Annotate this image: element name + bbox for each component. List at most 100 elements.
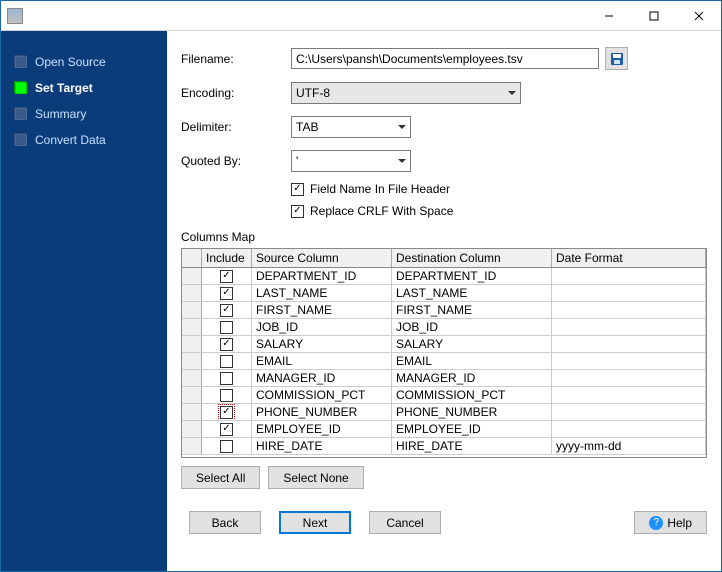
help-icon: ? — [649, 516, 663, 530]
grid-header-row: Include Source Column Destination Column… — [182, 249, 706, 268]
destination-column-cell[interactable]: MANAGER_ID — [392, 370, 552, 386]
source-column-cell[interactable]: FIRST_NAME — [252, 302, 392, 318]
next-button[interactable]: Next — [279, 511, 351, 534]
close-button[interactable] — [676, 1, 721, 30]
source-column-cell[interactable]: PHONE_NUMBER — [252, 404, 392, 420]
include-checkbox[interactable] — [220, 287, 233, 300]
destination-column-cell[interactable]: JOB_ID — [392, 319, 552, 335]
table-row[interactable]: COMMISSION_PCTCOMMISSION_PCT — [182, 387, 706, 404]
nav-set-target[interactable]: Set Target — [1, 75, 167, 101]
table-row[interactable]: PHONE_NUMBERPHONE_NUMBER — [182, 404, 706, 421]
grid-header-source[interactable]: Source Column — [252, 249, 392, 267]
destination-column-cell[interactable]: HIRE_DATE — [392, 438, 552, 454]
date-format-cell[interactable] — [552, 268, 706, 284]
help-button[interactable]: ? Help — [634, 511, 707, 534]
row-handle[interactable] — [182, 268, 202, 284]
source-column-cell[interactable]: JOB_ID — [252, 319, 392, 335]
maximize-button[interactable] — [631, 1, 676, 30]
include-checkbox[interactable] — [220, 321, 233, 334]
include-checkbox[interactable] — [220, 270, 233, 283]
select-all-button[interactable]: Select All — [181, 466, 260, 489]
source-column-cell[interactable]: LAST_NAME — [252, 285, 392, 301]
include-checkbox[interactable] — [220, 389, 233, 402]
destination-column-cell[interactable]: FIRST_NAME — [392, 302, 552, 318]
back-button[interactable]: Back — [189, 511, 261, 534]
row-handle[interactable] — [182, 302, 202, 318]
include-checkbox[interactable] — [220, 355, 233, 368]
nav-label: Summary — [35, 107, 86, 121]
date-format-cell[interactable] — [552, 302, 706, 318]
destination-column-cell[interactable]: PHONE_NUMBER — [392, 404, 552, 420]
select-none-button[interactable]: Select None — [268, 466, 363, 489]
row-handle[interactable] — [182, 370, 202, 386]
date-format-cell[interactable] — [552, 421, 706, 437]
grid-body[interactable]: DEPARTMENT_IDDEPARTMENT_IDLAST_NAMELAST_… — [182, 268, 706, 457]
date-format-cell[interactable] — [552, 387, 706, 403]
nav-convert-data[interactable]: Convert Data — [1, 127, 167, 153]
destination-column-cell[interactable]: LAST_NAME — [392, 285, 552, 301]
nav-step-icon — [15, 134, 27, 146]
table-row[interactable]: FIRST_NAMEFIRST_NAME — [182, 302, 706, 319]
date-format-cell[interactable] — [552, 404, 706, 420]
field-name-header-checkbox[interactable] — [291, 183, 304, 196]
encoding-select[interactable]: UTF-8 — [291, 82, 521, 104]
grid-header-date-format[interactable]: Date Format — [552, 249, 706, 267]
table-row[interactable]: SALARYSALARY — [182, 336, 706, 353]
source-column-cell[interactable]: EMPLOYEE_ID — [252, 421, 392, 437]
source-column-cell[interactable]: COMMISSION_PCT — [252, 387, 392, 403]
table-row[interactable]: LAST_NAMELAST_NAME — [182, 285, 706, 302]
nav-summary[interactable]: Summary — [1, 101, 167, 127]
save-file-button[interactable] — [605, 47, 628, 70]
row-handle[interactable] — [182, 438, 202, 454]
quoted-by-label: Quoted By: — [181, 154, 291, 168]
minimize-button[interactable] — [586, 1, 631, 30]
filename-input[interactable] — [291, 48, 599, 69]
date-format-cell[interactable] — [552, 370, 706, 386]
table-row[interactable]: EMAILEMAIL — [182, 353, 706, 370]
source-column-cell[interactable]: EMAIL — [252, 353, 392, 369]
include-cell — [202, 353, 252, 369]
source-column-cell[interactable]: HIRE_DATE — [252, 438, 392, 454]
grid-header-include[interactable]: Include — [202, 249, 252, 267]
quoted-by-select[interactable]: ' — [291, 150, 411, 172]
table-row[interactable]: DEPARTMENT_IDDEPARTMENT_ID — [182, 268, 706, 285]
include-checkbox[interactable] — [220, 304, 233, 317]
row-handle[interactable] — [182, 319, 202, 335]
include-checkbox[interactable] — [220, 406, 233, 419]
row-handle[interactable] — [182, 404, 202, 420]
destination-column-cell[interactable]: DEPARTMENT_ID — [392, 268, 552, 284]
table-row[interactable]: EMPLOYEE_IDEMPLOYEE_ID — [182, 421, 706, 438]
source-column-cell[interactable]: DEPARTMENT_ID — [252, 268, 392, 284]
delimiter-select[interactable]: TAB — [291, 116, 411, 138]
columns-map-title: Columns Map — [181, 230, 707, 244]
destination-column-cell[interactable]: COMMISSION_PCT — [392, 387, 552, 403]
date-format-cell[interactable] — [552, 353, 706, 369]
row-handle[interactable] — [182, 353, 202, 369]
date-format-cell[interactable] — [552, 285, 706, 301]
row-handle[interactable] — [182, 421, 202, 437]
grid-header-destination[interactable]: Destination Column — [392, 249, 552, 267]
table-row[interactable]: HIRE_DATEHIRE_DATEyyyy-mm-dd — [182, 438, 706, 455]
chevron-down-icon — [398, 159, 406, 163]
table-row[interactable]: JOB_IDJOB_ID — [182, 319, 706, 336]
destination-column-cell[interactable]: SALARY — [392, 336, 552, 352]
include-checkbox[interactable] — [220, 423, 233, 436]
row-handle[interactable] — [182, 285, 202, 301]
source-column-cell[interactable]: SALARY — [252, 336, 392, 352]
source-column-cell[interactable]: MANAGER_ID — [252, 370, 392, 386]
destination-column-cell[interactable]: EMAIL — [392, 353, 552, 369]
destination-column-cell[interactable]: EMPLOYEE_ID — [392, 421, 552, 437]
include-checkbox[interactable] — [220, 338, 233, 351]
table-row[interactable]: MANAGER_IDMANAGER_ID — [182, 370, 706, 387]
include-checkbox[interactable] — [220, 440, 233, 453]
date-format-cell[interactable]: yyyy-mm-dd — [552, 438, 706, 454]
row-handle[interactable] — [182, 387, 202, 403]
cancel-button[interactable]: Cancel — [369, 511, 441, 534]
replace-crlf-checkbox[interactable] — [291, 205, 304, 218]
row-handle[interactable] — [182, 336, 202, 352]
date-format-cell[interactable] — [552, 319, 706, 335]
include-checkbox[interactable] — [220, 372, 233, 385]
columns-map-grid: Include Source Column Destination Column… — [181, 248, 707, 458]
nav-open-source[interactable]: Open Source — [1, 49, 167, 75]
date-format-cell[interactable] — [552, 336, 706, 352]
